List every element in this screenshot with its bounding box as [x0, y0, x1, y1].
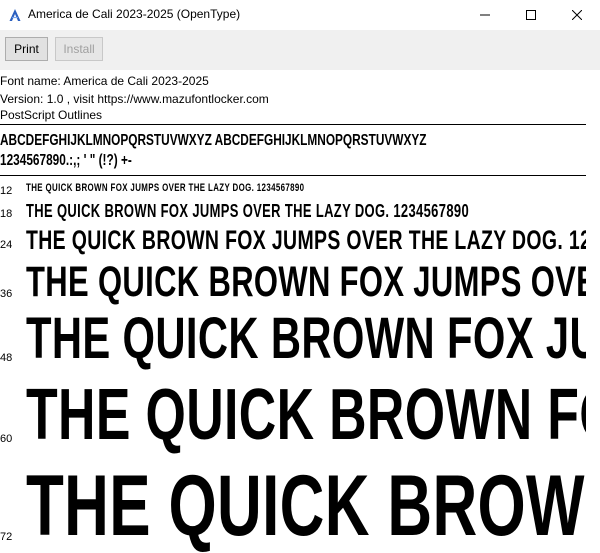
sample-text: THE QUICK BROWN FOX JUMPS OVER THE LAZY …: [26, 460, 586, 553]
toolbar: Print Install: [0, 30, 600, 70]
size-label: 24: [0, 239, 13, 251]
sample-text: THE QUICK BROWN FOX JUMPS OVER THE LAZY …: [26, 201, 470, 221]
maximize-icon: [526, 10, 536, 20]
print-button[interactable]: Print: [5, 37, 48, 61]
size-label: 12: [0, 185, 13, 197]
outline-type-label: PostScript Outlines: [0, 108, 103, 122]
size-label: 18: [0, 208, 13, 220]
sample-row-72: THE QUICK BROWN FOX JUMPS OVER THE LAZY …: [26, 460, 586, 553]
font-viewer-icon: [9, 9, 21, 21]
sample-row-60: THE QUICK BROWN FOX JUMPS OVER THE LAZY …: [26, 376, 586, 456]
minimize-icon: [480, 14, 490, 16]
sample-text: THE QUICK BROWN FOX JUMPS OVER THE LAZY …: [26, 308, 586, 371]
font-name-label: Font name: America de Cali 2023-2025: [0, 74, 209, 88]
sample-text: THE QUICK BROWN FOX JUMPS OVER THE LAZY …: [26, 376, 586, 455]
title-bar: America de Cali 2023-2025 (OpenType): [0, 0, 600, 30]
charset-uppercase: ABCDEFGHIJKLMNOPQRSTUVWXYZ ABCDEFGHIJKLM…: [0, 132, 427, 149]
size-label: 48: [0, 352, 13, 364]
install-button[interactable]: Install: [55, 37, 103, 61]
window-title: America de Cali 2023-2025 (OpenType): [28, 7, 241, 21]
size-label: 36: [0, 288, 13, 300]
close-button[interactable]: [554, 0, 600, 30]
sample-row-18: THE QUICK BROWN FOX JUMPS OVER THE LAZY …: [26, 201, 586, 223]
sample-row-12: THE QUICK BROWN FOX JUMPS OVER THE LAZY …: [26, 182, 586, 196]
size-label: 60: [0, 433, 13, 445]
sample-row-48: THE QUICK BROWN FOX JUMPS OVER THE LAZY …: [26, 308, 586, 372]
close-icon: [572, 10, 582, 20]
maximize-button[interactable]: [508, 0, 554, 30]
sample-text: THE QUICK BROWN FOX JUMPS OVER THE LAZY …: [26, 259, 586, 306]
divider: [0, 124, 586, 125]
version-label: Version: 1.0 , visit https://www.mazufon…: [0, 92, 269, 106]
sample-row-36: THE QUICK BROWN FOX JUMPS OVER THE LAZY …: [26, 259, 586, 307]
sample-text: THE QUICK BROWN FOX JUMPS OVER THE LAZY …: [26, 225, 586, 255]
font-preview-pane[interactable]: Font name: America de Cali 2023-2025 Ver…: [0, 70, 600, 553]
vertical-scrollbar[interactable]: [586, 70, 600, 553]
sample-text: THE QUICK BROWN FOX JUMPS OVER THE LAZY …: [26, 182, 305, 194]
size-label: 72: [0, 531, 13, 543]
minimize-button[interactable]: [462, 0, 508, 30]
divider: [0, 175, 586, 176]
sample-row-24: THE QUICK BROWN FOX JUMPS OVER THE LAZY …: [26, 225, 586, 257]
charset-digits-punctuation: 1234567890.:,; ' " (!?) +-: [0, 152, 132, 169]
